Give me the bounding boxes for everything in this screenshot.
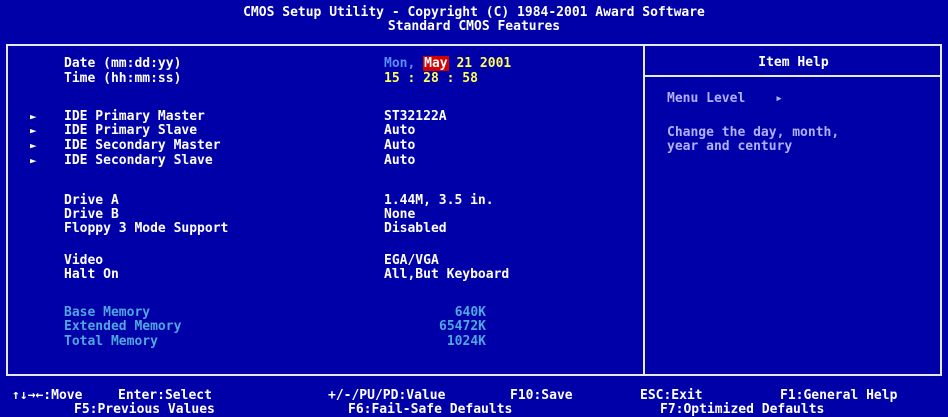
submenu-arrow-icon: ► xyxy=(30,124,37,137)
key-select: Enter:Select xyxy=(118,388,212,403)
title-bar: CMOS Setup Utility - Copyright (C) 1984-… xyxy=(0,0,948,42)
submenu-arrow-icon: ► xyxy=(30,110,37,123)
date-month-selected[interactable]: May xyxy=(423,56,449,71)
ide-primary-master-value[interactable]: ST32122A xyxy=(384,110,447,124)
ide-secondary-master-item[interactable]: IDE Secondary Master xyxy=(64,139,221,153)
ide-primary-master-item[interactable]: IDE Primary Master xyxy=(64,110,205,124)
floppy3-label: Floppy 3 Mode Support xyxy=(64,221,229,236)
date-label: Date (mm:dd:yy) xyxy=(64,56,182,71)
key-exit: ESC:Exit xyxy=(640,388,703,403)
floppy3-value[interactable]: Disabled xyxy=(384,222,447,236)
help-title-divider xyxy=(645,75,942,77)
key-move: ↑↓→←:Move xyxy=(12,388,83,403)
menu-level: Menu Level ▸ xyxy=(667,92,783,106)
date-day: Mon, xyxy=(384,56,416,71)
ide-secondary-slave-item[interactable]: IDE Secondary Slave xyxy=(64,154,213,168)
drive-b-label: Drive B xyxy=(64,207,119,222)
total-memory-value: 1024K xyxy=(446,334,486,349)
video-value[interactable]: EGA/VGA xyxy=(384,254,439,268)
help-text-line1: Change the day, month, xyxy=(667,125,840,140)
halt-on-label: Halt On xyxy=(64,267,119,282)
date-day-year[interactable]: 21 2001 xyxy=(456,56,511,71)
ide-secondary-master-value[interactable]: Auto xyxy=(384,139,415,153)
key-help: F1:General Help xyxy=(780,388,898,403)
halt-on-value[interactable]: All,But Keyboard xyxy=(384,268,509,282)
key-save: F10:Save xyxy=(510,388,573,403)
total-memory-label: Total Memory xyxy=(64,334,158,349)
time-field[interactable]: 15 : 28 : 58 xyxy=(384,72,478,86)
submenu-arrow-icon: ► xyxy=(30,139,37,152)
panel-divider xyxy=(643,44,645,376)
drive-a-label: Drive A xyxy=(64,193,119,208)
menu-level-arrow-icon: ▸ xyxy=(775,91,783,106)
base-memory-value: 640K xyxy=(454,305,486,320)
help-text-line2: year and century xyxy=(667,139,793,154)
extended-memory-label: Extended Memory xyxy=(64,319,182,334)
video-label: Video xyxy=(64,253,104,268)
submenu-arrow-icon: ► xyxy=(30,154,37,167)
time-label: Time (hh:mm:ss) xyxy=(64,71,182,86)
drive-a-value[interactable]: 1.44M, 3.5 in. xyxy=(384,194,494,208)
ide-secondary-slave-value[interactable]: Auto xyxy=(384,154,415,168)
item-help-title: Item Help xyxy=(758,55,829,70)
base-memory-label: Base Memory xyxy=(64,305,151,320)
app-title: CMOS Setup Utility - Copyright (C) 1984-… xyxy=(243,5,705,20)
menu-level-label: Menu Level xyxy=(667,91,746,106)
page-title: Standard CMOS Features xyxy=(387,19,561,34)
drive-b-value[interactable]: None xyxy=(384,208,415,222)
key-value: +/-/PU/PD:Value xyxy=(328,388,446,403)
ide-primary-slave-value[interactable]: Auto xyxy=(384,124,415,138)
extended-memory-value: 65472K xyxy=(439,319,486,334)
date-field[interactable]: Mon, May 21 2001 xyxy=(384,56,511,71)
ide-primary-slave-item[interactable]: IDE Primary Slave xyxy=(64,124,197,138)
